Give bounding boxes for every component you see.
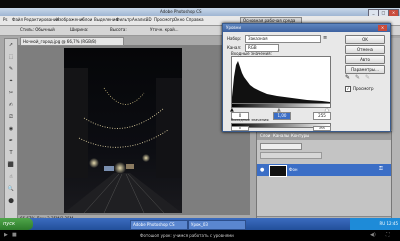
fullscreen-icon[interactable]: ⛶: [386, 232, 390, 238]
tool-icon[interactable]: 🔍: [7, 186, 15, 193]
tab-paths[interactable]: Контуры: [291, 133, 309, 138]
output-black-field[interactable]: 0: [231, 126, 249, 131]
options-button[interactable]: Параметры...: [345, 65, 385, 74]
histogram-graph: [232, 61, 330, 103]
tool-icon[interactable]: ✎: [7, 66, 15, 73]
black-eyedropper-icon[interactable]: ✎: [345, 74, 350, 81]
layers-panel: Слои Каналы Контуры ● Фон ⚿: [256, 131, 392, 225]
tool-icon[interactable]: ⌖: [7, 78, 15, 85]
tool-icon[interactable]: ✍: [7, 102, 15, 109]
levels-titlebar[interactable]: Уровни ×: [223, 24, 390, 32]
layer-name: Фон: [289, 167, 298, 172]
menu-window[interactable]: Окно: [174, 17, 185, 22]
ok-button[interactable]: OK: [345, 35, 385, 44]
input-gamma-field[interactable]: 1,00: [273, 112, 291, 120]
layers-tabs: Слои Каналы Контуры: [257, 132, 391, 140]
levels-close-button[interactable]: ×: [378, 25, 387, 31]
cancel-button[interactable]: Отмена: [345, 45, 385, 54]
tool-icon[interactable]: ⬚: [7, 54, 15, 61]
eye-icon[interactable]: ●: [260, 167, 264, 173]
blend-mode-select[interactable]: [260, 143, 302, 150]
white-eyedropper-icon[interactable]: ✎: [365, 74, 370, 81]
menu-filter[interactable]: Фильтр: [116, 17, 132, 22]
lock-row[interactable]: [260, 152, 322, 159]
channel-label: Канал:: [227, 45, 242, 50]
tab-channels[interactable]: Каналы: [273, 133, 289, 138]
volume-icon[interactable]: ◀): [370, 232, 376, 238]
tool-icon[interactable]: ☝: [7, 174, 15, 181]
taskbar: пуск Adobe Photoshop CS Урок_03 RU 12:45: [0, 218, 400, 230]
window-title: Adobe Photoshop CS: [160, 9, 202, 14]
levels-title: Уровни: [226, 25, 241, 30]
tool-icon[interactable]: ⬤: [7, 198, 15, 205]
stop-icon[interactable]: ■: [12, 232, 17, 238]
preset-menu-icon[interactable]: ≡: [323, 35, 327, 41]
layer-row[interactable]: ● Фон ⚿: [257, 164, 391, 177]
document-image[interactable]: [64, 48, 182, 213]
system-tray[interactable]: RU 12:45: [350, 218, 400, 230]
tool-icon[interactable]: ⬛: [7, 162, 15, 169]
video-player-bar: ▶ ■ Фотошоп урок: учимся работать с уров…: [0, 230, 400, 241]
preset-label: Набор:: [227, 36, 242, 41]
menu-file[interactable]: Файл: [12, 17, 23, 22]
task-lesson[interactable]: Урок_03: [188, 220, 246, 230]
tool-icon[interactable]: ✒: [7, 138, 15, 145]
gray-eyedropper-icon[interactable]: ✎: [355, 74, 360, 81]
tool-icon[interactable]: T: [7, 150, 15, 157]
photoshop-window: Adobe Photoshop CS _ □ × Ps Файл Редакти…: [0, 8, 400, 225]
window-titlebar[interactable]: Adobe Photoshop CS _ □ ×: [0, 8, 400, 17]
menu-analysis[interactable]: Анализ: [132, 17, 147, 22]
menu-edit[interactable]: Редактирование: [24, 17, 59, 22]
histogram: [231, 56, 331, 104]
output-levels-label: Выходные значения:: [231, 118, 270, 122]
menu-select[interactable]: Выделение: [94, 17, 118, 22]
auto-button[interactable]: Авто: [345, 55, 385, 64]
play-icon[interactable]: ▶: [4, 232, 8, 238]
layer-thumbnail: [269, 165, 287, 177]
tool-icon[interactable]: ⎚: [7, 114, 15, 121]
task-photoshop[interactable]: Adobe Photoshop CS: [130, 220, 188, 230]
menu-3d[interactable]: 3D: [146, 17, 152, 22]
menu-image[interactable]: Изображение: [56, 17, 85, 22]
preset-select[interactable]: Заказная: [245, 35, 321, 43]
input-gradient-slider[interactable]: [231, 103, 331, 108]
option-style[interactable]: Стиль: Обычный: [20, 27, 55, 32]
document-tab[interactable]: Ночной_город.jpg @ 66,7% (RGB/8): [20, 37, 124, 46]
menu-layers[interactable]: Слои: [82, 17, 92, 22]
ps-logo[interactable]: Ps: [3, 17, 7, 22]
output-white-field[interactable]: 255: [313, 126, 331, 131]
levels-dialog: Уровни × Набор: Заказная ≡ Канал: RGB Вх…: [222, 23, 391, 132]
tab-layers[interactable]: Слои: [260, 133, 270, 138]
menu-view[interactable]: Просмотр: [154, 17, 175, 22]
video-caption: Фотошоп урок: учимся работать с уровнями: [140, 233, 234, 238]
tools-panel: ➚ ⬚ ✎ ⌖ ✂ ✍ ⎚ ◉ ✒ T ⬛ ☝ 🔍 ⬤: [4, 38, 18, 224]
refine-edge-button[interactable]: Уточн. край...: [150, 27, 179, 32]
lock-icon: ⚿: [379, 166, 383, 172]
preview-label: Просмотр: [353, 86, 374, 91]
option-width[interactable]: Ширина:: [70, 27, 88, 32]
tool-icon[interactable]: ✂: [7, 90, 15, 97]
start-button[interactable]: пуск: [0, 218, 33, 230]
input-white-field[interactable]: 255: [313, 112, 331, 120]
menu-help[interactable]: Справка: [186, 17, 204, 22]
tool-icon[interactable]: ◉: [7, 126, 15, 133]
option-height[interactable]: Высота:: [110, 27, 127, 32]
tool-icon[interactable]: ➚: [7, 42, 15, 49]
preview-checkbox[interactable]: ✓: [345, 86, 351, 92]
night-street-photo: [64, 48, 182, 213]
